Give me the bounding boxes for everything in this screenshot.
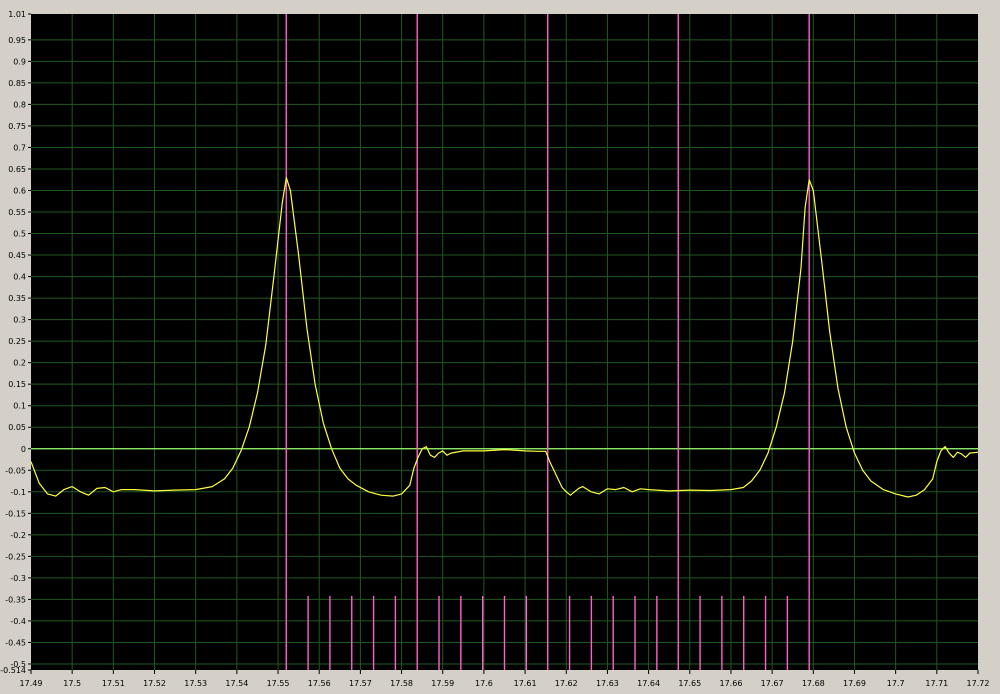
y-tick-label: 0.15: [8, 380, 26, 389]
x-tick-label: 17.52: [143, 679, 166, 688]
y-tick-label: 0.65: [8, 165, 26, 174]
x-tick-label: 17.72: [967, 679, 990, 688]
y-tick-label: 0.55: [8, 208, 26, 217]
y-tick-label: 0.5: [13, 230, 26, 239]
x-tick-label: 17.61: [514, 679, 537, 688]
y-tick-label: 0.75: [8, 122, 26, 131]
x-tick-label: 17.56: [308, 679, 331, 688]
y-tick-label: -0.4: [10, 617, 26, 626]
x-tick-label: 17.66: [720, 679, 743, 688]
y-tick-label: 0.8: [13, 100, 26, 109]
x-tick-label: 17.54: [225, 679, 248, 688]
y-tick-label: 0.95: [8, 36, 26, 45]
x-tick-label: 17.58: [390, 679, 413, 688]
y-tick-label: 0.3: [13, 316, 26, 325]
x-tick-label: 17.53: [184, 679, 207, 688]
x-tick-label: 17.69: [843, 679, 866, 688]
y-tick-label: 0.25: [8, 337, 26, 346]
x-tick-label: 17.59: [431, 679, 454, 688]
y-tick-label: -0.05: [5, 466, 26, 475]
y-tick-label: 0.7: [13, 143, 26, 152]
y-tick-label: 1.01: [8, 10, 26, 19]
y-tick-label: 0.85: [8, 79, 26, 88]
y-tick-label: -0.3: [10, 574, 26, 583]
y-tick-label: -0.25: [5, 552, 26, 561]
y-tick-label: -0.35: [5, 595, 26, 604]
x-tick-label: 17.57: [349, 679, 372, 688]
y-tick-label: -0.5: [10, 660, 26, 669]
x-tick-label: 17.67: [761, 679, 784, 688]
x-tick-label: 17.49: [20, 679, 43, 688]
y-tick-label: 0.1: [13, 402, 26, 411]
y-tick-label: 0.4: [13, 273, 26, 282]
y-tick-label: 0: [21, 445, 26, 454]
x-tick-label: 17.71: [925, 679, 948, 688]
y-tick-label: 0.9: [13, 57, 26, 66]
y-tick-label: 0.05: [8, 423, 26, 432]
x-tick-label: 17.65: [678, 679, 701, 688]
y-tick-label: 0.2: [13, 359, 26, 368]
x-tick-label: 17.5: [63, 679, 81, 688]
chart: -0.514-0.5-0.45-0.4-0.35-0.3-0.25-0.2-0.…: [0, 0, 1000, 694]
y-tick-label: 0.35: [8, 294, 26, 303]
x-tick-label: 17.64: [637, 679, 660, 688]
y-tick-label: -0.1: [10, 488, 26, 497]
y-tick-label: -0.45: [5, 638, 26, 647]
y-tick-label: -0.2: [10, 531, 26, 540]
x-tick-label: 17.68: [802, 679, 825, 688]
x-tick-label: 17.6: [475, 679, 493, 688]
y-tick-label: -0.15: [5, 509, 26, 518]
plot-area: [31, 14, 978, 670]
y-tick-label: 0.6: [13, 186, 26, 195]
x-tick-label: 17.62: [555, 679, 578, 688]
x-tick-label: 17.63: [596, 679, 619, 688]
y-tick-label: 0.45: [8, 251, 26, 260]
x-tick-label: 17.55: [267, 679, 290, 688]
x-tick-label: 17.51: [102, 679, 125, 688]
x-tick-label: 17.7: [887, 679, 905, 688]
